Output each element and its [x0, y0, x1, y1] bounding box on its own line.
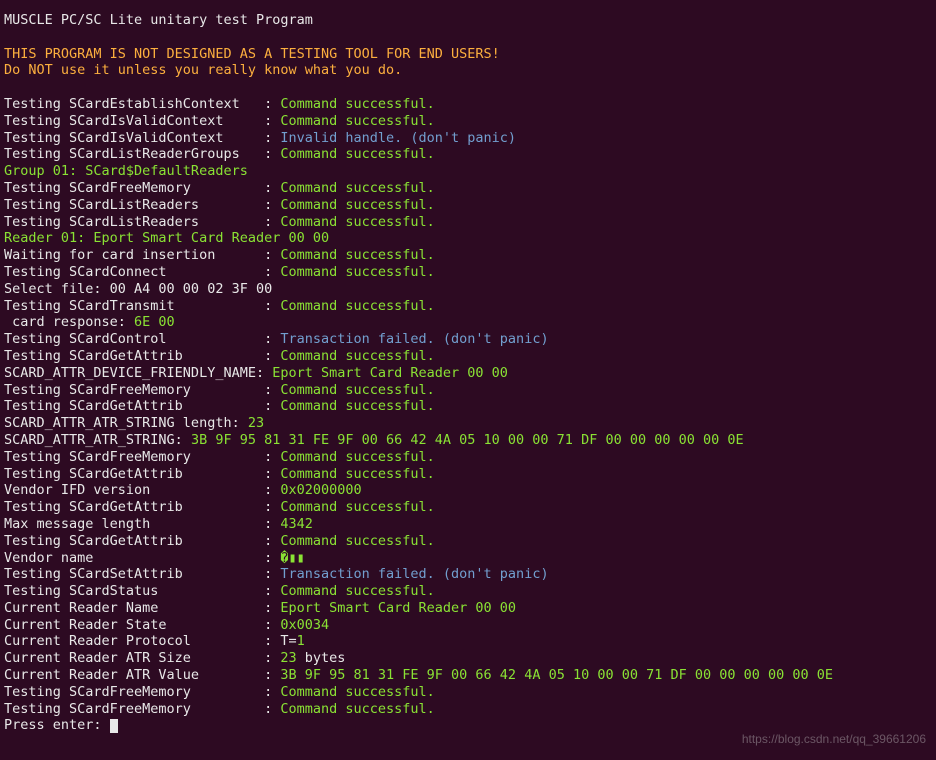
test-label: Testing SCardGetAttrib [4, 533, 183, 549]
test-result: Command successful. [280, 214, 434, 230]
atr-string-label: SCARD_ATTR_ATR_STRING: [4, 432, 191, 448]
test-result-warning: Invalid handle. (don't panic) [280, 130, 516, 146]
test-result: Command successful. [280, 197, 434, 213]
test-label: Testing SCardFreeMemory [4, 449, 191, 465]
max-msg-label: Max message length [4, 516, 150, 532]
test-label: Testing SCardTransmit [4, 298, 175, 314]
test-label: Testing SCardFreeMemory [4, 684, 191, 700]
test-label: Testing SCardListReaders [4, 214, 199, 230]
reader-state-label: Current Reader State [4, 617, 167, 633]
test-result: Command successful. [280, 466, 434, 482]
reader-atr-value-label: Current Reader ATR Value [4, 667, 199, 683]
reader-atr-value: 3B 9F 95 81 31 FE 9F 00 66 42 4A 05 10 0… [280, 667, 833, 683]
card-response-label: card response: [4, 314, 134, 330]
test-label: Testing SCardIsValidContext [4, 113, 223, 129]
test-label: Testing SCardIsValidContext [4, 130, 223, 146]
test-label: Testing SCardStatus [4, 583, 158, 599]
test-label: Testing SCardFreeMemory [4, 180, 191, 196]
reader-name-value: Eport Smart Card Reader 00 00 [280, 600, 516, 616]
reader-atr-size-label: Current Reader ATR Size [4, 650, 191, 666]
test-result: Command successful. [280, 146, 434, 162]
test-result: Command successful. [280, 264, 434, 280]
select-file-info: Select file: 00 A4 00 00 02 3F 00 [4, 281, 932, 298]
reader-header: Reader 01: Eport Smart Card Reader 00 00 [4, 230, 932, 247]
test-label: Testing SCardGetAttrib [4, 499, 183, 515]
test-result-warning: Transaction failed. (don't panic) [280, 566, 548, 582]
test-result-warning: Transaction failed. (don't panic) [280, 331, 548, 347]
reader-atr-size-value: 23 [280, 650, 296, 666]
max-msg-value: 4342 [280, 516, 313, 532]
test-result: Command successful. [280, 348, 434, 364]
test-label: Testing SCardListReaders [4, 197, 199, 213]
test-result: Command successful. [280, 382, 434, 398]
atr-length-value: 23 [248, 415, 264, 431]
test-label: Testing SCardEstablishContext [4, 96, 240, 112]
test-result: Command successful. [280, 113, 434, 129]
vendor-name-value [280, 550, 304, 566]
atr-length-label: SCARD_ATTR_ATR_STRING length: [4, 415, 248, 431]
terminal-output: MUSCLE PC/SC Lite unitary test Program T… [4, 12, 932, 734]
test-result: Command successful. [280, 701, 434, 717]
vendor-ifd-label: Vendor IFD version [4, 482, 150, 498]
press-enter-prompt[interactable]: Press enter: [4, 717, 110, 733]
friendly-name-label: SCARD_ATTR_DEVICE_FRIENDLY_NAME: [4, 365, 272, 381]
test-label: Testing SCardGetAttrib [4, 348, 183, 364]
reader-protocol-value: 1 [297, 633, 305, 649]
reader-protocol-label: Current Reader Protocol [4, 633, 191, 649]
test-result: Command successful. [280, 499, 434, 515]
card-response-value: 6E 00 [134, 314, 175, 330]
reader-state-value: 0x0034 [280, 617, 329, 633]
test-result: Command successful. [280, 298, 434, 314]
test-result: Command successful. [280, 247, 434, 263]
warning-line-1: THIS PROGRAM IS NOT DESIGNED AS A TESTIN… [4, 46, 932, 63]
vendor-name-label: Vendor name [4, 550, 93, 566]
test-label: Testing SCardGetAttrib [4, 466, 183, 482]
program-title: MUSCLE PC/SC Lite unitary test Program [4, 12, 932, 29]
group-header: Group 01: SCard$DefaultReaders [4, 163, 932, 180]
atr-string-value: 3B 9F 95 81 31 FE 9F 00 66 42 4A 05 10 0… [191, 432, 744, 448]
test-label: Testing SCardConnect [4, 264, 167, 280]
test-label: Testing SCardSetAttrib [4, 566, 183, 582]
friendly-name-value: Eport Smart Card Reader 00 00 [272, 365, 508, 381]
test-label: Testing SCardGetAttrib [4, 398, 183, 414]
cursor-icon [110, 719, 118, 733]
test-result: Command successful. [280, 449, 434, 465]
warning-line-2: Do NOT use it unless you really know wha… [4, 62, 932, 79]
test-result: Command successful. [280, 583, 434, 599]
test-result: Command successful. [280, 96, 434, 112]
test-result: Command successful. [280, 684, 434, 700]
reader-name-label: Current Reader Name [4, 600, 158, 616]
watermark-text: https://blog.csdn.net/qq_39661206 [742, 731, 926, 748]
test-label: Waiting for card insertion [4, 247, 215, 263]
vendor-ifd-value: 0x02000000 [280, 482, 361, 498]
test-label: Testing SCardControl [4, 331, 167, 347]
test-label: Testing SCardListReaderGroups [4, 146, 240, 162]
test-result: Command successful. [280, 533, 434, 549]
test-label: Testing SCardFreeMemory [4, 382, 191, 398]
test-label: Testing SCardFreeMemory [4, 701, 191, 717]
test-result: Command successful. [280, 180, 434, 196]
test-result: Command successful. [280, 398, 434, 414]
